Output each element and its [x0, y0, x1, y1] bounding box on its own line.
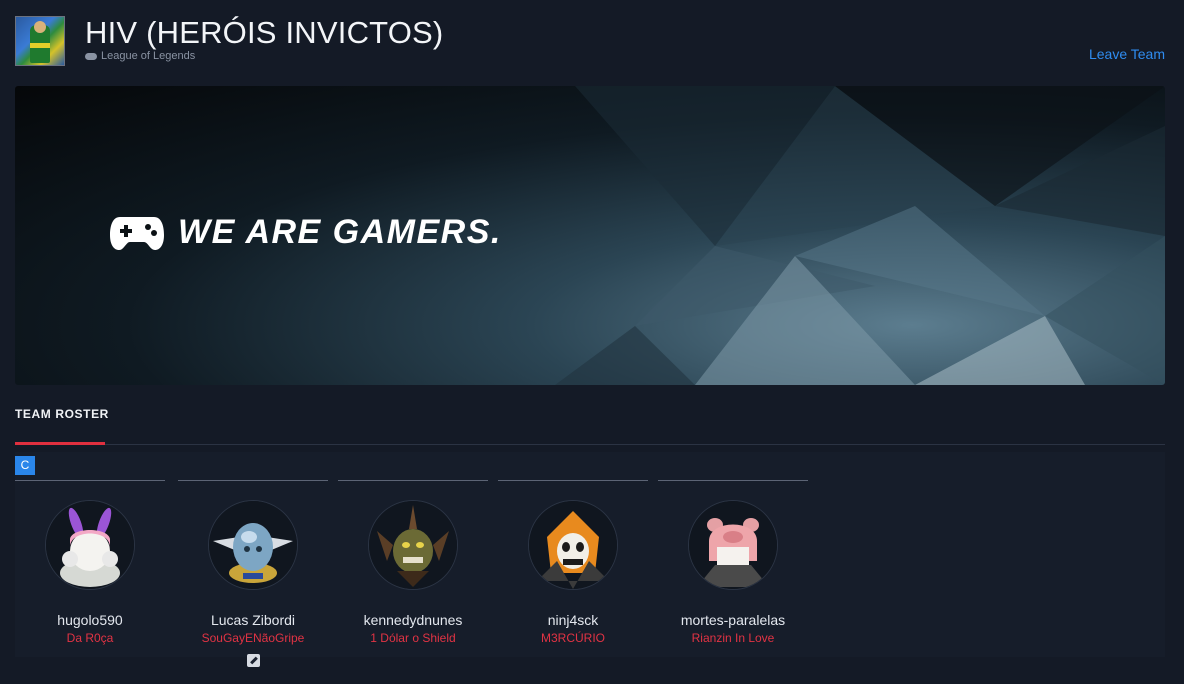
- member-username[interactable]: kennedydnunes: [338, 611, 488, 629]
- leave-team-link[interactable]: Leave Team: [1089, 46, 1165, 62]
- column-divider: [178, 480, 328, 481]
- member-username[interactable]: mortes-paralelas: [658, 611, 808, 629]
- bunny-ears-avatar[interactable]: [45, 500, 135, 590]
- team-logo: [15, 16, 65, 66]
- column-divider: [338, 480, 488, 481]
- column-divider: [658, 480, 808, 481]
- hooded-skull-avatar[interactable]: [528, 500, 618, 590]
- member-username[interactable]: ninj4sck: [498, 611, 648, 629]
- member-nickname: Da R0ça: [66, 631, 114, 645]
- column-divider: [15, 480, 165, 481]
- team-game-label: League of Legends: [101, 50, 196, 62]
- roster-member[interactable]: Lucas Zibordi SouGayENãoGripe: [178, 500, 328, 672]
- edit-icon[interactable]: [246, 654, 260, 667]
- captain-badge: C: [15, 456, 35, 475]
- member-nickname: 1 Dólar o Shield: [370, 631, 456, 645]
- roster-member[interactable]: hugolo590 Da R0ça: [15, 500, 165, 646]
- team-header: HIV (HERÓIS INVICTOS) League of Legends …: [15, 15, 1165, 67]
- tab-divider: [15, 444, 1165, 445]
- roster-member[interactable]: mortes-paralelas Rianzin In Love: [658, 500, 808, 646]
- team-game: League of Legends: [85, 50, 195, 62]
- team-name: HIV (HERÓIS INVICTOS): [85, 15, 444, 50]
- roster-member[interactable]: ninj4sck M3RCÚRIO: [498, 500, 648, 646]
- spiked-helmet-avatar[interactable]: [368, 500, 458, 590]
- member-nickname: SouGayENãoGripe: [201, 631, 305, 645]
- roster-tab-title[interactable]: TEAM ROSTER: [15, 407, 109, 421]
- banner-tagline: WE ARE GAMERS.: [178, 213, 502, 251]
- column-divider: [498, 480, 648, 481]
- member-nickname: Rianzin In Love: [691, 631, 775, 645]
- team-banner: WE ARE GAMERS.: [15, 86, 1165, 385]
- blue-orb-warrior-avatar[interactable]: [208, 500, 298, 590]
- roster-member[interactable]: kennedydnunes 1 Dólar o Shield: [338, 500, 488, 646]
- gamepad-icon: [85, 52, 97, 60]
- pig-hood-avatar[interactable]: [688, 500, 778, 590]
- active-tab-indicator: [15, 442, 105, 445]
- member-nickname: M3RCÚRIO: [540, 631, 605, 645]
- member-username[interactable]: hugolo590: [15, 611, 165, 629]
- member-username[interactable]: Lucas Zibordi: [178, 611, 328, 629]
- roster-panel: C hugolo590 Da R0ça Lucas Zibordi SouGay…: [15, 452, 1165, 667]
- gamepad-logo-icon: [110, 217, 164, 250]
